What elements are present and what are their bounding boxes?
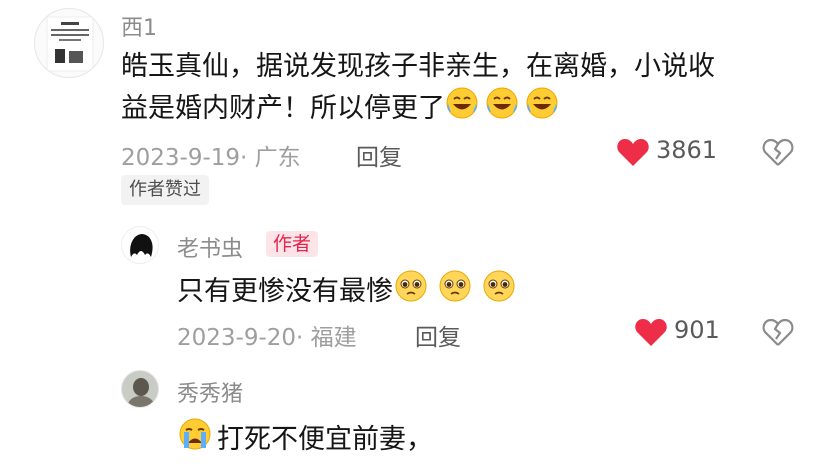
avatar[interactable]: [34, 8, 104, 78]
author-liked-tag: 作者赞过: [121, 175, 209, 205]
reply-text-content: 打死不便宜前妻，: [217, 424, 433, 455]
reply-button[interactable]: 回复: [356, 138, 402, 172]
reply-text: 只有更惨没有最惨: [177, 268, 517, 317]
reply-date: 2023-9-20: [177, 325, 297, 351]
comment-username[interactable]: 西1: [121, 10, 157, 42]
pleading-face-icon: [437, 268, 473, 317]
dislike-button[interactable]: [762, 317, 794, 351]
like-count: 3861: [656, 136, 718, 164]
reply-location: · 福建: [296, 325, 357, 351]
broken-heart-icon: [762, 318, 794, 346]
crying-face-icon: [177, 416, 213, 465]
laughing-tears-icon: [445, 86, 479, 133]
avatar[interactable]: [121, 226, 159, 264]
broken-heart-icon: [762, 138, 794, 166]
silhouette-avatar-image: [130, 234, 153, 257]
like-count: 901: [674, 316, 720, 344]
reply-meta: 2023-9-20· 福建: [177, 318, 357, 352]
reply-text-content: 只有更惨没有最惨: [177, 276, 393, 307]
comment-text-line2-content: 益是婚内财产！所以停更了: [121, 93, 445, 124]
comment-date: 2023-9-19: [121, 145, 241, 171]
comment-text-line1: 皓玉真仙，据说发现孩子非亲生，在离婚，小说收: [121, 51, 715, 82]
pleading-face-icon: [393, 268, 429, 317]
comment-text-line2: 益是婚内财产！所以停更了: [121, 86, 559, 133]
reply-button[interactable]: 回复: [415, 318, 461, 352]
laughing-tears-icon: [485, 86, 519, 133]
laughing-tears-icon: [525, 86, 559, 133]
reply-username[interactable]: 秀秀猪: [177, 376, 243, 408]
heart-filled-icon: [635, 319, 667, 346]
comment-location: · 广东: [240, 145, 301, 171]
photo-avatar-image: [122, 371, 158, 407]
poster-avatar-image: [46, 16, 94, 72]
avatar[interactable]: [121, 370, 159, 408]
reply-text: 打死不便宜前妻，: [177, 416, 433, 465]
comment-meta: 2023-9-19· 广东: [121, 138, 301, 172]
heart-filled-icon: [617, 139, 649, 166]
dislike-button[interactable]: [762, 137, 794, 171]
pleading-face-icon: [481, 268, 517, 317]
author-badge: 作者: [266, 231, 319, 257]
reply-username[interactable]: 老书虫: [177, 231, 243, 263]
